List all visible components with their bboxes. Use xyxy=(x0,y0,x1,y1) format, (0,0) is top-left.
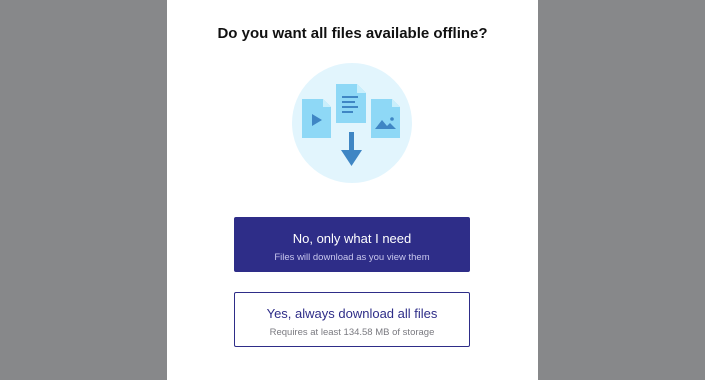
video-file-icon xyxy=(302,99,331,138)
offline-files-dialog: Do you want all files available offline? xyxy=(167,0,538,380)
only-what-i-need-button[interactable]: No, only what I need Files will download… xyxy=(234,217,470,272)
document-file-icon xyxy=(336,84,366,123)
offline-illustration xyxy=(291,62,413,184)
download-all-files-button[interactable]: Yes, always download all files Requires … xyxy=(234,292,470,347)
image-file-icon xyxy=(371,99,400,138)
option-subtitle: Requires at least 134.58 MB of storage xyxy=(269,327,435,338)
option-title: No, only what I need xyxy=(292,231,412,246)
option-title: Yes, always download all files xyxy=(266,306,438,321)
option-subtitle: Files will download as you view them xyxy=(274,252,430,263)
dialog-title: Do you want all files available offline? xyxy=(217,25,488,42)
offline-illustration-graphic xyxy=(292,63,412,183)
